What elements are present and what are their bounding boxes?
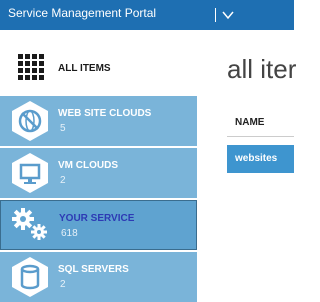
item-count: 5 [60, 123, 66, 134]
item-count: 618 [61, 228, 78, 239]
item-count: 2 [60, 175, 66, 186]
globe-icon [12, 101, 48, 141]
sidebar-item-label: VM CLOUDS [58, 160, 118, 171]
portal-title: Service Management Portal [8, 6, 157, 20]
sidebar-item-all-items[interactable]: ALL ITEMS [0, 43, 197, 93]
monitor-icon [12, 153, 48, 193]
table-row[interactable]: websites [227, 145, 294, 173]
sidebar-item-sql-servers[interactable]: SQL SERVERS 2 [0, 252, 197, 302]
database-icon [12, 257, 48, 297]
sidebar-item-web-site-clouds[interactable]: WEB SITE CLOUDS 5 [0, 96, 197, 146]
sidebar-item-label: YOUR SERVICE [59, 213, 135, 224]
gears-icon [12, 208, 47, 240]
sidebar-item-label: SQL SERVERS [58, 264, 129, 275]
title-separator [215, 8, 216, 22]
sidebar-item-your-service[interactable]: YOUR SERVICE 618 [0, 200, 197, 250]
item-count: 2 [60, 279, 66, 290]
top-bar: Service Management Portal [0, 0, 294, 30]
sidebar-item-label: ALL ITEMS [58, 63, 111, 74]
sidebar: ALL ITEMS WEB SITE CLOUDS 5 VM CLOUDS 2 [0, 30, 197, 302]
chevron-down-icon[interactable] [222, 10, 234, 20]
header-divider [227, 136, 294, 137]
grid-icon [18, 54, 44, 80]
sidebar-item-label: WEB SITE CLOUDS [58, 108, 152, 119]
sidebar-item-vm-clouds[interactable]: VM CLOUDS 2 [0, 148, 197, 198]
main-content: all iter NAME websites [197, 30, 297, 293]
column-header-name[interactable]: NAME [235, 117, 264, 128]
page-title: all iter [227, 54, 297, 84]
row-name: websites [235, 153, 278, 164]
